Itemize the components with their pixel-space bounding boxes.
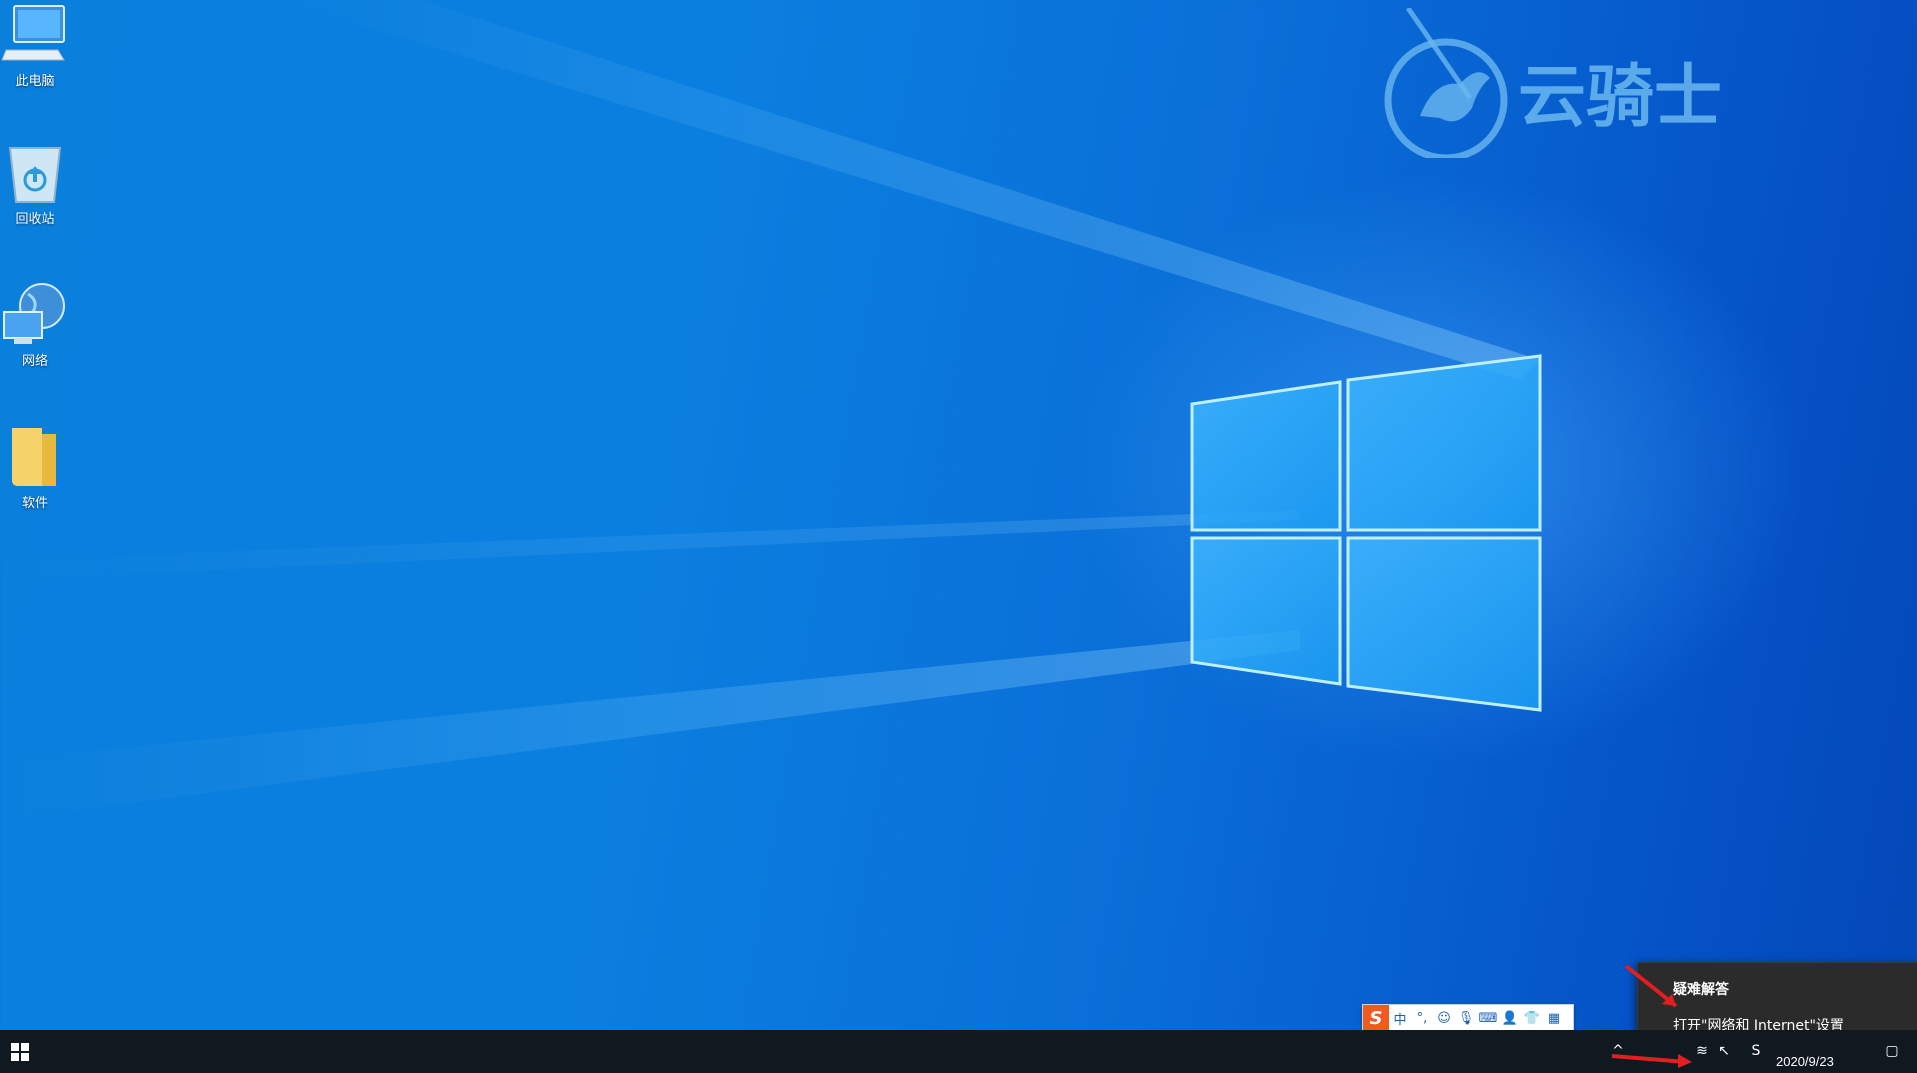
user-icon[interactable]: 👤 (1499, 1005, 1521, 1031)
toolbox-grid-icon[interactable]: ▦ (1543, 1005, 1565, 1031)
desktop-icon-label: 回收站 (15, 212, 55, 227)
notification-center-icon[interactable]: ▢ (1882, 1041, 1902, 1061)
ime-toolbar[interactable]: S 中 °, ☺ 🎙 ⌨ 👤 👕 ▦ (1362, 1004, 1574, 1032)
this-pc-icon (1, 5, 65, 61)
desktop-icon-this-pc[interactable]: 此电脑 (0, 2, 70, 89)
desktop-icon-software-folder[interactable]: 软件 (0, 424, 70, 511)
taskbar-date[interactable]: 2020/9/23 (1776, 1054, 1834, 1069)
sogou-ime-logo-icon[interactable]: S (1363, 1005, 1389, 1031)
folder-icon (12, 428, 56, 486)
chevron-up-icon[interactable]: ^ (1608, 1041, 1628, 1061)
desktop-icon-recycle-bin[interactable]: 回收站 (0, 140, 70, 227)
taskbar: ^ ≋ ↖ S 2020/9/23 ▢ (0, 1030, 1917, 1073)
microphone-icon[interactable]: 🎙 (1455, 1005, 1477, 1031)
wifi-icon[interactable]: ≋ (1692, 1041, 1712, 1061)
keyboard-icon[interactable]: ⌨ (1477, 1005, 1499, 1031)
skin-shirt-icon[interactable]: 👕 (1521, 1005, 1543, 1031)
ime-punctuation-toggle[interactable]: °, (1411, 1005, 1433, 1031)
network-icon (3, 283, 65, 344)
watermark-text: 云骑士 (1518, 58, 1722, 137)
wallpaper-beams (0, 0, 1540, 820)
menu-item-troubleshoot[interactable]: 疑难解答 (1638, 973, 1917, 1007)
recycle-bin-icon (8, 147, 62, 203)
desktop-icon-label: 软件 (21, 496, 48, 511)
start-button[interactable] (0, 1030, 40, 1073)
windows-start-icon (11, 1042, 29, 1061)
emoji-icon[interactable]: ☺ (1433, 1005, 1455, 1031)
desktop-icon-label: 网络 (21, 354, 48, 369)
windows-logo-wallpaper (1190, 354, 1542, 712)
yunqishi-watermark-logo: 云骑士 (1384, 8, 1722, 158)
annotation-arrows (1611, 964, 1692, 1068)
ime-mode-toggle[interactable]: 中 (1389, 1005, 1411, 1031)
desktop-icon-label: 此电脑 (15, 74, 55, 89)
sogou-tray-icon[interactable]: S (1746, 1041, 1766, 1061)
cursor-pointer-icon: ↖ (1718, 1043, 1730, 1059)
desktop-icon-network[interactable]: 网络 (0, 282, 70, 369)
